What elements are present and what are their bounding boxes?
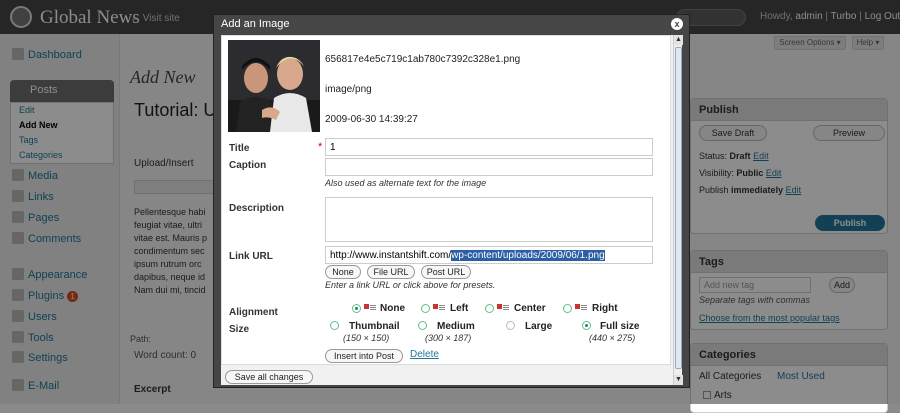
caption-label: Caption [229, 160, 267, 171]
insert-into-post-button[interactable]: Insert into Post [325, 349, 403, 363]
size-medium-radio[interactable] [418, 321, 427, 330]
align-center-icon [497, 304, 509, 311]
link-url-selection: wp-content/uploads/2009/06/1.png [451, 250, 605, 261]
link-url-label: Link URL [229, 251, 273, 262]
align-right-label: Right [592, 303, 618, 314]
dialog-title: Add an Image [221, 18, 290, 30]
align-none-radio[interactable] [352, 304, 361, 313]
add-image-dialog: Add an Image x 656817e4e5c719c1ab780c739… [213, 14, 690, 388]
size-large-label: Large [525, 321, 553, 332]
title-input[interactable]: 1 [325, 138, 653, 156]
size-medium-label: Medium [437, 321, 475, 332]
align-none-icon [364, 304, 376, 311]
size-thumbnail-radio[interactable] [330, 321, 339, 330]
delete-link[interactable]: Delete [410, 349, 439, 360]
size-medium-dimensions: (300 × 187) [425, 333, 472, 343]
image-thumbnail [228, 40, 320, 132]
align-left-label: Left [450, 303, 469, 314]
link-file-url-button[interactable]: File URL [367, 265, 415, 279]
file-name: 656817e4e5c719c1ab780c7392c328e1.png [325, 54, 521, 65]
align-none-label: None [380, 303, 405, 314]
size-full-label: Full size [600, 321, 640, 332]
description-textarea[interactable] [325, 197, 653, 242]
align-right-radio[interactable] [563, 304, 572, 313]
link-none-button[interactable]: None [325, 265, 361, 279]
caption-input[interactable] [325, 158, 653, 176]
size-thumbnail-dimensions: (150 × 150) [343, 333, 390, 343]
align-left-radio[interactable] [421, 304, 430, 313]
caption-hint: Also used as alternate text for the imag… [325, 178, 487, 188]
mime-type: image/png [325, 84, 372, 95]
align-left-icon [433, 304, 445, 311]
dialog-scrollbar[interactable]: ▲ ▼ [673, 35, 683, 385]
align-center-radio[interactable] [485, 304, 494, 313]
scrollbar-thumb[interactable] [675, 47, 682, 369]
upload-date: 2009-06-30 14:39:27 [325, 114, 418, 125]
dialog-body: 656817e4e5c719c1ab780c7392c328e1.png ima… [221, 35, 683, 385]
close-icon[interactable]: x [671, 18, 683, 30]
description-label: Description [229, 203, 285, 214]
size-label: Size [229, 324, 250, 335]
link-post-url-button[interactable]: Post URL [421, 265, 471, 279]
title-label: Title [229, 143, 250, 154]
save-all-changes-button[interactable]: Save all changes [225, 370, 313, 384]
scroll-up-arrow-icon[interactable]: ▲ [674, 35, 683, 45]
link-hint: Enter a link URL or click above for pres… [325, 280, 496, 290]
alignment-label: Alignment [229, 307, 278, 318]
size-full-dimensions: (440 × 275) [589, 333, 636, 343]
align-right-icon [575, 304, 587, 311]
size-full-radio[interactable] [582, 321, 591, 330]
scroll-down-arrow-icon[interactable]: ▼ [674, 375, 683, 385]
image-details-form: 656817e4e5c719c1ab780c7392c328e1.png ima… [221, 35, 671, 365]
size-thumbnail-label: Thumbnail [349, 321, 400, 332]
required-mark: * [318, 141, 323, 153]
link-url-input[interactable]: http://www.instantshift.com/wp-content/u… [325, 246, 653, 264]
link-url-text: http://www.instantshift.com/ [330, 250, 452, 261]
align-center-label: Center [514, 303, 546, 314]
size-large-radio[interactable] [506, 321, 515, 330]
